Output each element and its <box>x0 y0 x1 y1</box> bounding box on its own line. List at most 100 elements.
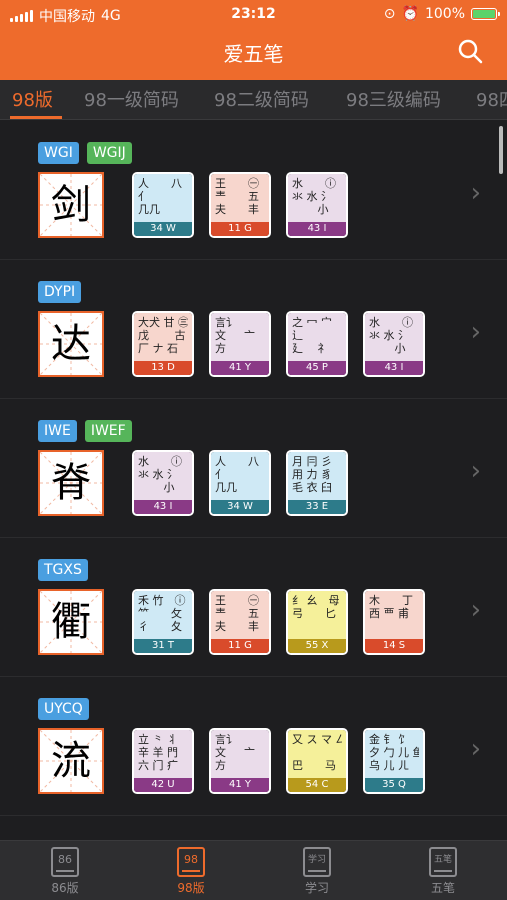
radical-list: 月 冃 彡用 力 豸毛 衣 臼 <box>288 452 346 502</box>
tab-bar: 98版 98一级简码 98二级简码 98三级编码 98四 <box>0 80 507 120</box>
nav-wubi[interactable]: 五笔 五笔 <box>408 847 478 896</box>
tab-98[interactable]: 98版 <box>12 86 53 112</box>
radical-key-card: 金 钅 饣夕 勹 儿 鱼乌 儿 ㄦ 35 Q <box>363 728 425 794</box>
radical-line: 巴 马 <box>292 759 336 772</box>
radical-line: 廴 礻 <box>292 342 329 355</box>
tab-98-level3[interactable]: 98三级编码 <box>346 86 441 112</box>
character-box: 衢 <box>38 589 104 655</box>
hanzi-character: 剑 <box>51 182 91 228</box>
radical-line: 月 冃 彡 <box>292 455 332 468</box>
radical-line: 氺 水 氵 <box>292 190 332 203</box>
page-title: 爱五笔 <box>223 42 284 66</box>
list-item[interactable]: UYCQ 流立 ⺀ 丬辛 羊 門六 门 疒 42 U 言讠 文 亠方 41 Y又 ス … <box>0 678 507 816</box>
nav-86[interactable]: 86 86版 <box>30 847 100 896</box>
radical-key-card: 人 八亻 几几 34 W <box>132 172 194 238</box>
code-tags: DYPI <box>38 281 82 303</box>
status-bar: 中国移动 4G 23:12 ⊙ ⏰ 100% <box>0 0 507 30</box>
radical-line: 言讠 <box>215 316 259 329</box>
radical-list: 王 ㊀龶 五夫 丰 <box>211 591 269 641</box>
tab-98-level2[interactable]: 98二级简码 <box>214 86 309 112</box>
code-tags: WGI WGIJ <box>38 142 132 164</box>
code-tags: UYCQ <box>38 698 89 720</box>
radical-line: 水 ⓘ <box>138 455 182 468</box>
radical-line: 小 <box>138 481 175 494</box>
nav-study[interactable]: 学习 学习 <box>282 847 352 896</box>
radical-list: 金 钅 饣夕 勹 儿 鱼乌 儿 ㄦ <box>365 730 423 780</box>
chevron-right-icon[interactable]: › <box>471 317 481 347</box>
radical-line: 氺 水 氵 <box>138 468 178 481</box>
radical-line: 纟 幺 母 <box>292 594 340 607</box>
list-item[interactable]: WGI WGIJ 剑人 八亻 几几 34 W王 ㊀龶 五夫 丰 11 G水 ⓘ 氺 水 … <box>0 122 507 260</box>
radical-list: 王 ㊀龶 五夫 丰 <box>211 174 269 224</box>
wubi-code-badge: IWE <box>38 420 77 442</box>
radical-line: 水 ⓘ <box>292 177 336 190</box>
chevron-right-icon[interactable]: › <box>471 595 481 625</box>
radical-list: 禾 竹 ⓘ ⺮ 攵彳 夂 <box>134 591 192 641</box>
radical-line: 王 ㊀ <box>215 177 259 190</box>
radical-line: 言讠 <box>215 733 259 746</box>
key-code-label: 34 W <box>211 500 269 514</box>
book-86-icon: 86 <box>51 847 79 877</box>
wubi-code-badge: IWEF <box>84 420 132 442</box>
tab-98-level1[interactable]: 98一级简码 <box>84 86 179 112</box>
radical-list: 人 八亻 几几 <box>134 174 192 224</box>
key-code-label: 54 C <box>288 778 346 792</box>
radical-line: 几几 <box>215 481 259 494</box>
alarm-icon: ⏰ <box>401 6 419 22</box>
radical-line <box>292 746 342 759</box>
key-code-label: 43 I <box>365 361 423 375</box>
radical-line: 辛 羊 門 <box>138 746 178 759</box>
chevron-right-icon[interactable]: › <box>471 178 481 208</box>
wubi-code-badge: WGIJ <box>86 142 132 164</box>
battery-icon <box>471 8 500 20</box>
radical-list: 纟 幺 母弓 匕 <box>288 591 346 641</box>
key-code-label: 33 E <box>288 500 346 514</box>
radical-key-card: 水 ⓘ 氺 水 氵 小 43 I <box>363 311 425 377</box>
nav-98[interactable]: 98 98版 <box>156 847 226 896</box>
key-code-label: 41 Y <box>211 361 269 375</box>
wubi-code-badge: DYPI <box>38 281 82 303</box>
radical-line: ⺮ 攵 <box>138 607 182 620</box>
radical-key-card: 又 ス マ 厶 巴 马 54 C <box>286 728 348 794</box>
radical-line: 金 钅 饣 <box>369 733 409 746</box>
radical-list: 水 ⓘ 氺 水 氵 小 <box>288 174 346 224</box>
radical-key-card: 之 冖 宀辶 廴 礻 45 P <box>286 311 348 377</box>
radical-line: 辶 <box>292 329 325 342</box>
radical-line: 立 ⺀ 丬 <box>138 733 178 746</box>
list-item[interactable]: TGXS 衢禾 竹 ⓘ ⺮ 攵彳 夂 31 T王 ㊀龶 五夫 丰 11 G纟 幺 母弓 … <box>0 539 507 677</box>
radical-line: 用 力 豸 <box>292 468 332 481</box>
radical-list: 水 ⓘ 氺 水 氵 小 <box>365 313 423 363</box>
radical-line: 水 ⓘ <box>369 316 413 329</box>
tab-98-level4[interactable]: 98四 <box>476 86 507 112</box>
radical-list: 之 冖 宀辶 廴 礻 <box>288 313 346 363</box>
radical-list: 水 ⓘ 氺 水 氵 小 <box>134 452 192 502</box>
key-code-label: 42 U <box>134 778 192 792</box>
radical-line: 又 ス マ 厶 <box>292 733 342 746</box>
radical-key-card: 禾 竹 ⓘ ⺮ 攵彳 夂 31 T <box>132 589 194 655</box>
hanzi-character: 流 <box>51 738 91 784</box>
radical-line: 小 <box>369 342 406 355</box>
key-code-label: 13 D <box>134 361 192 375</box>
search-icon[interactable] <box>457 38 483 64</box>
chevron-right-icon[interactable]: › <box>471 456 481 486</box>
radical-line: 夫 丰 <box>215 203 259 216</box>
key-code-label: 45 P <box>288 361 346 375</box>
radical-line: 厂 ナ 石 <box>138 342 178 355</box>
radical-list: 言讠 文 亠方 <box>211 313 269 363</box>
radical-key-card: 月 冃 彡用 力 豸毛 衣 臼 33 E <box>286 450 348 516</box>
radical-line: 彳 夂 <box>138 620 182 633</box>
wubi-code-badge: TGXS <box>38 559 88 581</box>
key-code-label: 34 W <box>134 222 192 236</box>
app-header: 中国移动 4G 23:12 ⊙ ⏰ 100% 爱五笔 <box>0 0 507 80</box>
radical-list: 大犬 甘 ㊂戊 古厂 ナ 石 <box>134 313 192 363</box>
radical-line: 小 <box>292 203 329 216</box>
list-item[interactable]: IWE IWEF 脊水 ⓘ 氺 水 氵 小 43 I人 八亻 几几 34 W月 冃 彡用… <box>0 400 507 538</box>
radical-line: 大犬 甘 ㊂ <box>138 316 188 329</box>
radical-line <box>292 620 342 633</box>
chevron-right-icon[interactable]: › <box>471 734 481 764</box>
radical-line: 龶 五 <box>215 607 259 620</box>
hanzi-character: 衢 <box>51 599 91 645</box>
nav-wubi-label: 五笔 <box>430 881 455 895</box>
radical-key-card: 水 ⓘ 氺 水 氵 小 43 I <box>132 450 194 516</box>
list-item[interactable]: DYPI 达大犬 甘 ㊂戊 古厂 ナ 石 13 D 言讠 文 亠方 41 Y之 冖 宀… <box>0 261 507 399</box>
